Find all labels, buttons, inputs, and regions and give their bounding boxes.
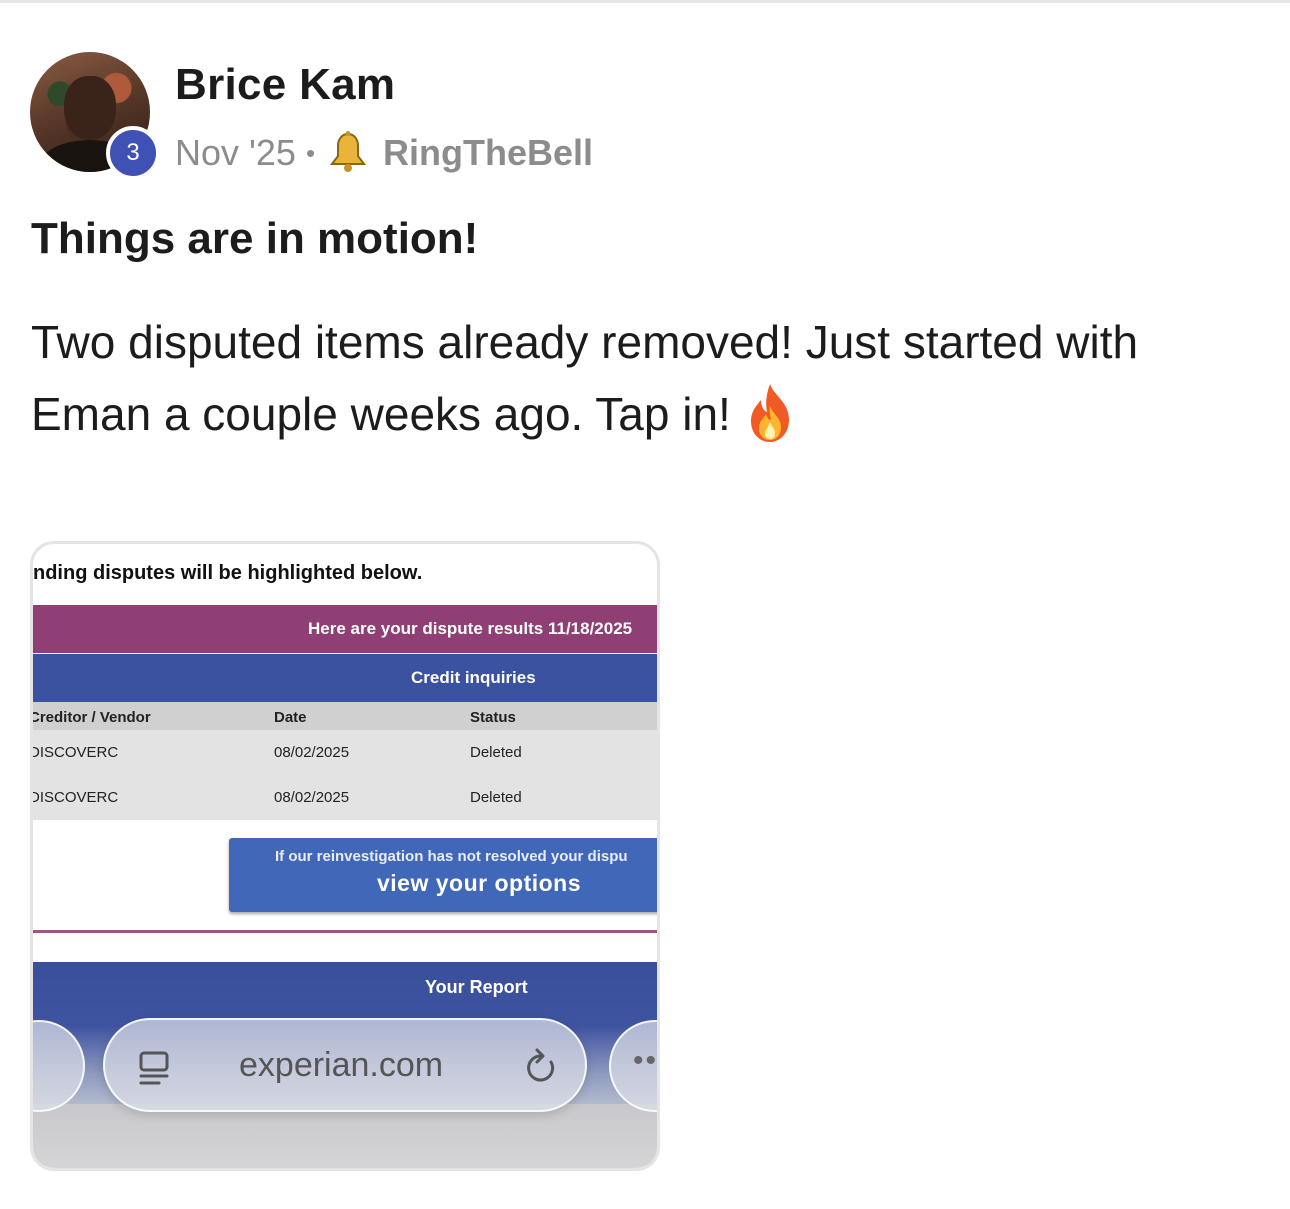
reload-icon[interactable] [523,1048,559,1086]
top-divider [0,0,1290,3]
row-date: 08/02/2025 [274,789,350,806]
row-status: Deleted [470,789,522,806]
post-meta: Nov '25 • RingTheBell [175,130,593,176]
category-link[interactable]: RingTheBell [383,132,593,174]
dispute-results-title: Here are your dispute results 11/18/2025 [308,619,633,638]
options-note: If our reinvestigation has not resolved … [275,848,628,865]
bell-icon [330,131,367,172]
attached-screenshot[interactable]: nding disputes will be highlighted below… [30,541,660,1171]
post-title: Things are in motion! [31,214,479,263]
post-date: Nov '25 [175,132,296,173]
column-header-date: Date [274,709,307,726]
inquiries-table: Creditor / Vendor Date Status DISCOVERC … [33,702,657,820]
column-header-creditor: Creditor / Vendor [30,709,151,726]
post-body-text: Two disputed items already removed! Just… [31,316,1139,440]
row-creditor: DISCOVERC [30,744,119,761]
options-label: view your options [377,870,582,896]
your-report-title: Your Report [425,977,528,997]
dispute-results-header: Here are your dispute results 11/18/2025 [33,605,657,653]
author-name[interactable]: Brice Kam [175,60,395,110]
disputes-intro-text: nding disputes will be highlighted below… [33,562,423,584]
row-status: Deleted [470,744,522,761]
fire-icon [750,384,789,442]
url-text: experian.com [239,1046,444,1084]
post-body: Two disputed items already removed! Just… [31,306,1261,450]
section-divider [33,930,657,933]
browser-address-bar[interactable]: experian.com [103,1018,587,1112]
page-menu-icon[interactable] [137,1050,171,1086]
meta-separator: • [305,137,316,168]
column-header-status: Status [470,709,516,726]
credit-inquiries-header: Credit inquiries [33,654,657,702]
more-dots-icon: •• [633,1044,659,1077]
author-avatar[interactable]: 3 [30,52,160,180]
level-badge: 3 [106,126,160,180]
credit-inquiries-title: Credit inquiries [411,668,536,687]
blurred-content [33,1104,657,1168]
view-options-button[interactable]: If our reinvestigation has not resolved … [229,838,657,912]
row-creditor: DISCOVERC [30,789,119,806]
row-date: 08/02/2025 [274,744,350,761]
table-header-row: Creditor / Vendor Date Status [33,702,657,730]
